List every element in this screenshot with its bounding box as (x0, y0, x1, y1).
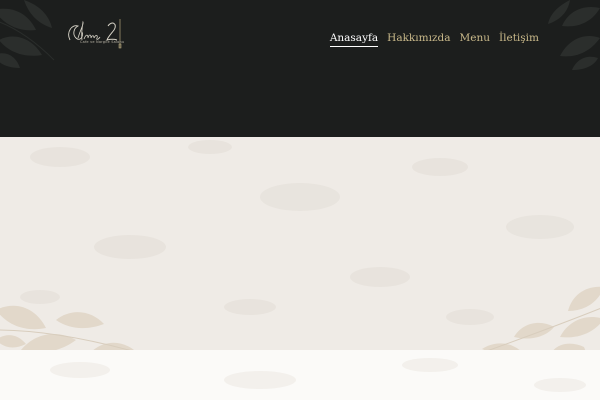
site-header: Cafe ve Nargile Salonu Anasayfa Hakkımız… (0, 0, 600, 137)
nav-item-iletisim[interactable]: İletişim (499, 32, 539, 46)
background-texture (50, 358, 586, 392)
leaf-decoration-icon (482, 286, 600, 350)
logo-icon (68, 19, 122, 49)
nav-item-menu[interactable]: Menu (459, 32, 490, 46)
content-section (0, 350, 600, 400)
logo-tagline: Cafe ve Nargile Salonu (80, 40, 125, 44)
leaf-decoration-icon (0, 305, 134, 350)
page: Cafe ve Nargile Salonu Anasayfa Hakkımız… (0, 0, 600, 400)
main-nav: Anasayfa Hakkımızda Menu İletişim (329, 32, 539, 47)
hero-section (0, 137, 600, 350)
nav-item-anasayfa[interactable]: Anasayfa (329, 32, 379, 47)
nav-item-hakkimizda[interactable]: Hakkımızda (387, 32, 450, 46)
